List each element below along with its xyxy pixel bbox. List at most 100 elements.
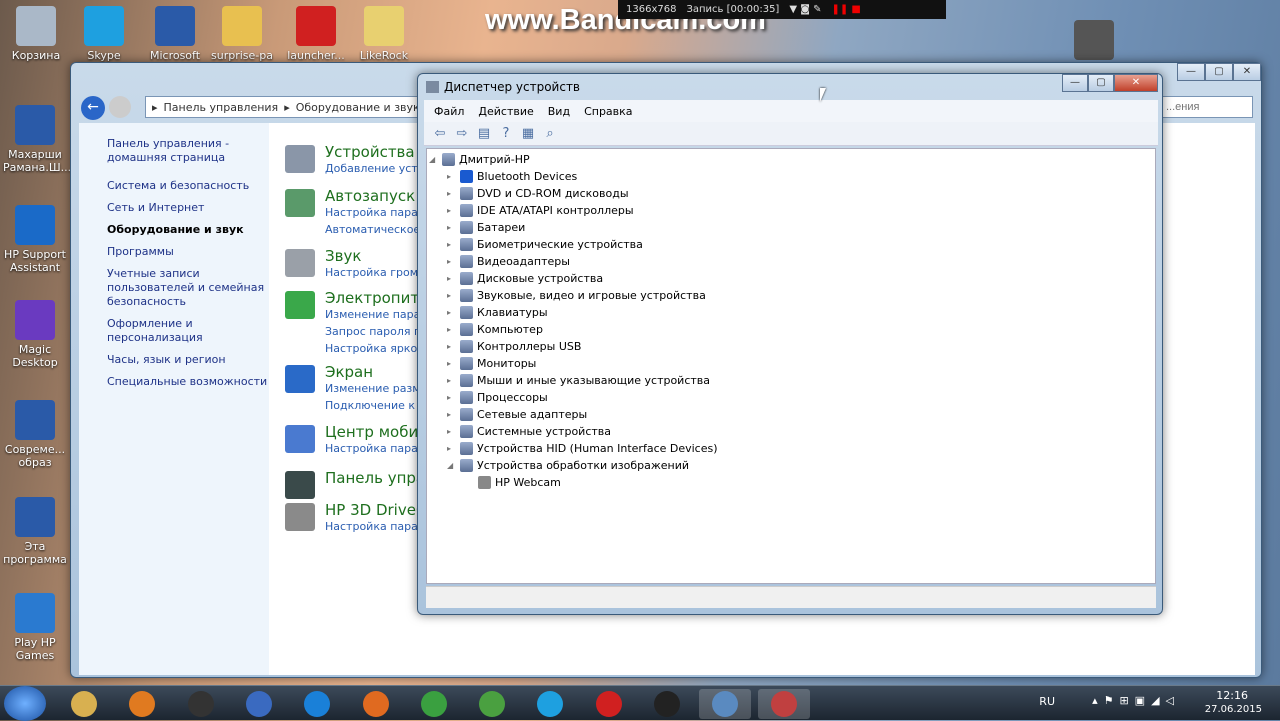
menu-item[interactable]: Справка: [584, 105, 632, 118]
tree-node[interactable]: ▸ IDE ATA/ATAPI контроллеры: [447, 202, 634, 219]
back-button[interactable]: ←: [81, 96, 105, 120]
expand-arrow-icon[interactable]: ▸: [447, 389, 456, 406]
tree-node[interactable]: ▸ DVD и CD-ROM дисководы: [447, 185, 629, 202]
clock-time[interactable]: 12:16: [1216, 689, 1248, 702]
desktop-icon[interactable]: Microsoft: [143, 6, 207, 62]
tree-node[interactable]: ▸ Устройства HID (Human Interface Devices…: [447, 440, 718, 457]
desktop-icon[interactable]: Skype: [72, 6, 136, 62]
tree-node[interactable]: ▸ Компьютер: [447, 321, 543, 338]
desktop-icon[interactable]: Эта программа: [3, 497, 67, 566]
back-icon[interactable]: ⇦: [432, 126, 448, 142]
desktop-icon[interactable]: LikeRock: [352, 6, 416, 62]
expand-arrow-icon[interactable]: ▸: [447, 423, 456, 440]
nav-link[interactable]: Сеть и Интернет: [107, 201, 269, 215]
language-indicator[interactable]: RU: [1039, 695, 1055, 708]
category-link[interactable]: Изменение парам: [325, 308, 429, 321]
expand-arrow-icon[interactable]: ▸: [447, 304, 456, 321]
category-title[interactable]: Устройства и: [325, 143, 429, 161]
category-link[interactable]: Настройка парам: [325, 206, 426, 219]
category-link[interactable]: Запрос пароля пр: [325, 325, 428, 338]
taskbar-chrome-button[interactable]: [408, 689, 460, 719]
expand-arrow-icon[interactable]: ▸: [447, 219, 456, 236]
tree-node[interactable]: ▸ Процессоры: [447, 389, 548, 406]
expand-arrow-icon[interactable]: ▸: [447, 202, 456, 219]
collapse-arrow-icon[interactable]: ◢: [429, 151, 438, 168]
taskbar-internet-explorer-button[interactable]: [291, 689, 343, 719]
tree-node[interactable]: ▸ Видеоадаптеры: [447, 253, 570, 270]
nav-link[interactable]: Программы: [107, 245, 269, 259]
tree-node[interactable]: ▸ Bluetooth Devices: [447, 168, 577, 185]
breadcrumb-item[interactable]: Панель управления: [164, 101, 279, 114]
taskbar-bandicam-button[interactable]: [641, 689, 693, 719]
desktop-icon[interactable]: Корзина: [4, 6, 68, 62]
category-link[interactable]: Подключение к п: [325, 399, 426, 412]
category-link[interactable]: Настройка парам: [325, 442, 426, 455]
taskbar-explorer-button[interactable]: [58, 689, 110, 719]
collapse-arrow-icon[interactable]: ◢: [447, 457, 456, 474]
nav-link[interactable]: Панель управления - домашняя страница: [107, 137, 269, 165]
minimize-button[interactable]: —: [1062, 74, 1088, 92]
desktop-icon[interactable]: Совреме... образ: [3, 400, 67, 469]
desktop-icon[interactable]: Play HP Games: [3, 593, 67, 662]
tree-node[interactable]: ▸ Мыши и иные указывающие устройства: [447, 372, 710, 389]
category-title[interactable]: Автозапуск: [325, 187, 415, 205]
expand-arrow-icon[interactable]: ▸: [447, 185, 456, 202]
breadcrumb-item[interactable]: Оборудование и звук: [296, 101, 420, 114]
scan-hardware-icon[interactable]: ⌕: [542, 126, 558, 142]
taskbar-firefox-button[interactable]: [350, 689, 402, 719]
desktop-icon[interactable]: Magic Desktop: [3, 300, 67, 369]
tree-node[interactable]: ▸ Дисковые устройства: [447, 270, 603, 287]
category-link[interactable]: Настройка яркост: [325, 342, 430, 355]
category-link[interactable]: Настройка парам: [325, 520, 426, 533]
desktop-icon[interactable]: HP Support Assistant: [3, 205, 67, 274]
help-icon[interactable]: ?: [498, 126, 514, 142]
nav-link[interactable]: Часы, язык и регион: [107, 353, 269, 367]
tree-node[interactable]: ▸ Контроллеры USB: [447, 338, 581, 355]
tree-node[interactable]: ▸ Батареи: [447, 219, 525, 236]
taskbar-media-player-button[interactable]: [116, 689, 168, 719]
taskbar-opera-button[interactable]: [583, 689, 635, 719]
forward-button[interactable]: [109, 96, 131, 118]
clock-date[interactable]: 27.06.2015: [1205, 704, 1262, 715]
category-link[interactable]: Автоматическое: [325, 223, 420, 236]
tree-node-hp-webcam[interactable]: HP Webcam: [465, 474, 561, 491]
category-title[interactable]: HP 3D DriveG: [325, 501, 428, 519]
camera-icon[interactable]: ▼ ◙ ✎: [789, 4, 821, 15]
menu-item[interactable]: Действие: [478, 105, 533, 118]
nav-link[interactable]: Система и безопасность: [107, 179, 269, 193]
desktop-icon[interactable]: launcher...: [284, 6, 348, 62]
view-icon[interactable]: ▦: [520, 126, 536, 142]
expand-arrow-icon[interactable]: ▸: [447, 355, 456, 372]
expand-arrow-icon[interactable]: ▸: [447, 338, 456, 355]
nav-link[interactable]: Учетные записи пользователей и семейная …: [107, 267, 269, 309]
tree-node[interactable]: ▸ Звуковые, видео и игровые устройства: [447, 287, 706, 304]
taskbar-control-panel-button[interactable]: [699, 689, 752, 719]
tray-icons[interactable]: ▴⚑⊞▣◢◁: [1092, 694, 1180, 707]
expand-arrow-icon[interactable]: ▸: [447, 287, 456, 304]
nav-link[interactable]: Специальные возможности: [107, 375, 269, 389]
taskbar-check-button[interactable]: [233, 689, 285, 719]
expand-arrow-icon[interactable]: ▸: [447, 321, 456, 338]
desktop-icon[interactable]: surprise-pa: [210, 6, 274, 62]
desktop-icon[interactable]: [1062, 20, 1126, 63]
tree-node[interactable]: ▸ Мониторы: [447, 355, 536, 372]
tree-node[interactable]: ▸ Сетевые адаптеры: [447, 406, 587, 423]
expand-arrow-icon[interactable]: ▸: [447, 168, 456, 185]
category-title[interactable]: Центр мобил: [325, 423, 428, 441]
taskbar-utorrent-button[interactable]: [466, 689, 518, 719]
tree-node[interactable]: ▸ Клавиатуры: [447, 304, 548, 321]
close-button[interactable]: ✕: [1114, 74, 1158, 92]
category-link[interactable]: Настройка громк: [325, 266, 425, 279]
nav-link[interactable]: Оборудование и звук: [107, 223, 269, 237]
expand-arrow-icon[interactable]: ▸: [447, 253, 456, 270]
tree-root[interactable]: ◢ Дмитрий-HP: [429, 151, 530, 168]
taskbar-hp-button[interactable]: [175, 689, 227, 719]
menu-item[interactable]: Файл: [434, 105, 464, 118]
category-link[interactable]: Изменение разме: [325, 382, 427, 395]
stop-icon[interactable]: ❚❚ ■: [831, 4, 860, 15]
expand-arrow-icon[interactable]: ▸: [447, 372, 456, 389]
tree-node[interactable]: ◢ Устройства обработки изображений: [447, 457, 689, 474]
expand-arrow-icon[interactable]: ▸: [447, 236, 456, 253]
expand-arrow-icon[interactable]: ▸: [447, 270, 456, 287]
taskbar-device-manager-button[interactable]: [757, 689, 810, 719]
